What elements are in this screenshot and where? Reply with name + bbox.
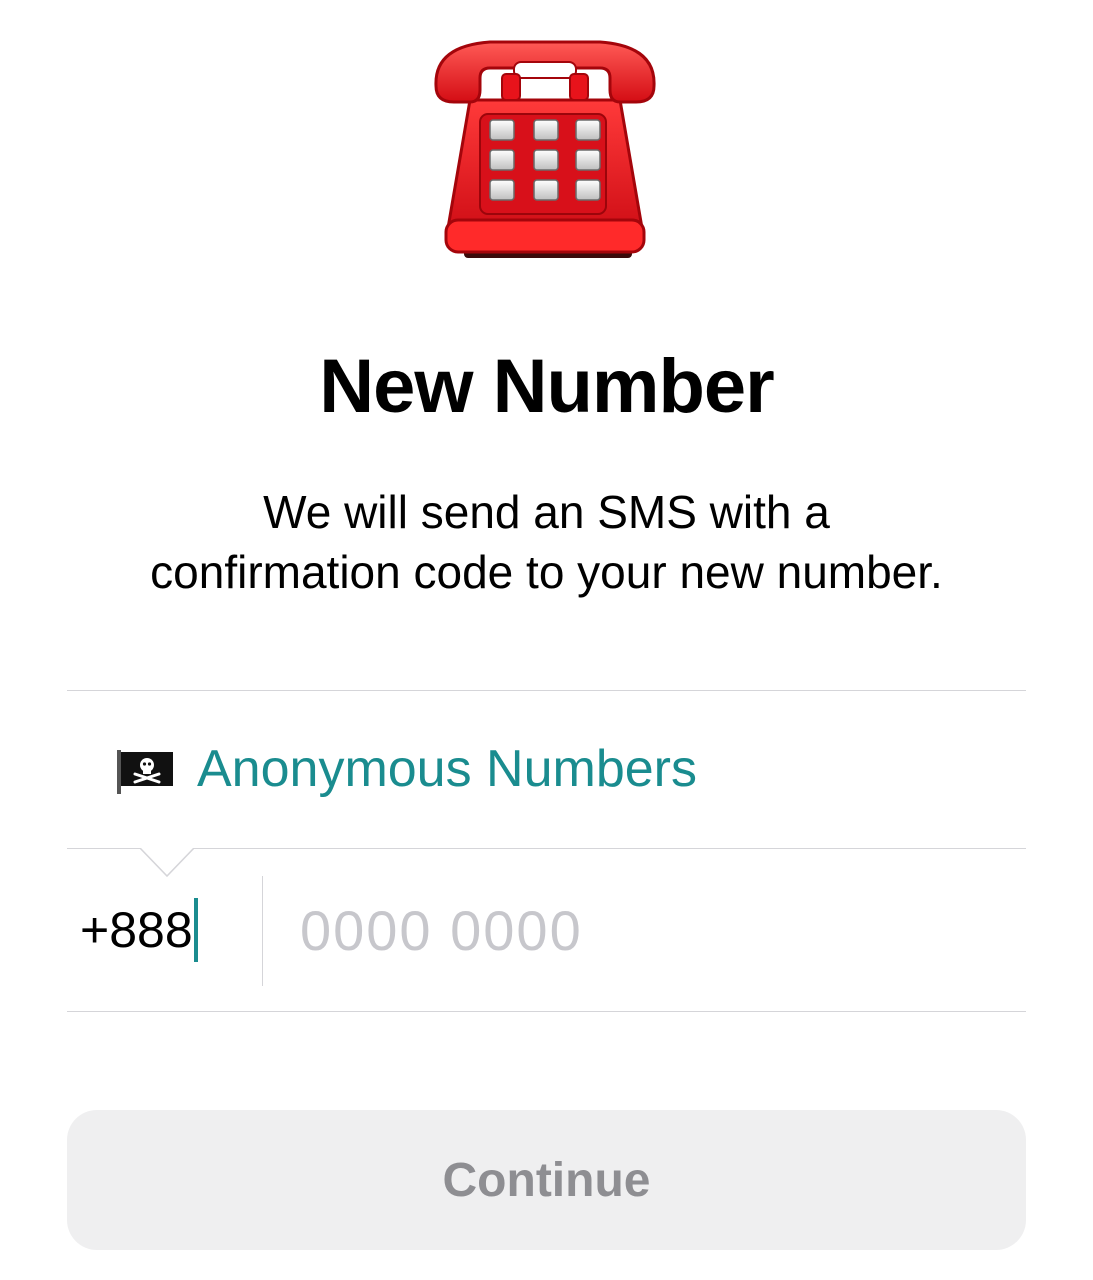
red-telephone-icon [434, 40, 656, 258]
country-name: Anonymous Numbers [197, 740, 697, 798]
phone-number-input[interactable] [300, 880, 1000, 980]
selector-pointer [140, 848, 194, 878]
country-selector[interactable]: Anonymous Numbers [67, 692, 1026, 848]
subtitle-line: confirmation code to your new number. [150, 546, 943, 598]
page-subtitle: We will send an SMS with a confirmation … [0, 482, 1093, 602]
divider-middle [67, 848, 1026, 849]
pirate-flag-icon [117, 750, 173, 794]
divider-bottom [67, 1011, 1026, 1012]
page-title: New Number [319, 344, 775, 429]
divider-top [67, 690, 1026, 691]
field-separator [262, 876, 263, 986]
continue-button[interactable]: Continue [67, 1110, 1026, 1250]
text-caret [193, 897, 198, 962]
country-code-value: +888 [80, 902, 193, 958]
subtitle-line: We will send an SMS with a [263, 486, 830, 538]
country-code-field[interactable]: +888 [80, 880, 250, 980]
